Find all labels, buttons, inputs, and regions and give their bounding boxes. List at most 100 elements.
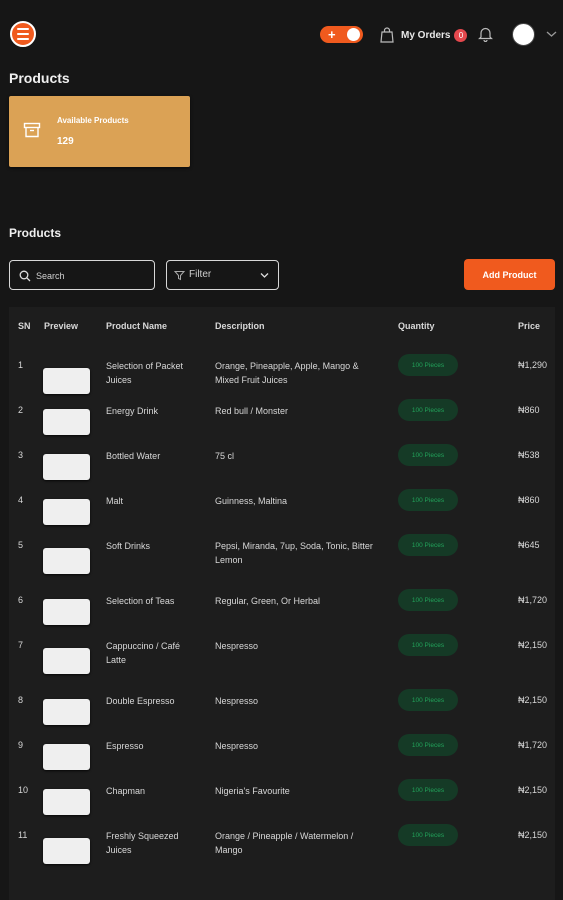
my-orders-link[interactable]: My Orders 0 (380, 25, 468, 45)
product-description: Nespresso (215, 741, 259, 751)
toggle-knob (347, 28, 360, 41)
product-thumbnail (43, 648, 90, 674)
product-name: Energy Drink (106, 406, 159, 416)
column-header-preview[interactable]: Preview (44, 321, 78, 331)
product-price: ₦1,720 (518, 595, 548, 605)
quantity-badge: 100 Pieces (398, 689, 458, 711)
quantity-badge: 100 Pieces (398, 354, 458, 376)
row-sn: 1 (18, 360, 24, 370)
search-input[interactable] (36, 267, 148, 284)
mode-toggle[interactable]: + (320, 26, 363, 43)
table-row[interactable]: 10 Chapman Nigeria's Favourite 100 Pieces ₦2… (9, 779, 555, 830)
product-description: Orange / Pineapple / Watermelon / Mango (215, 831, 354, 855)
quantity-badge: 100 Pieces (398, 444, 458, 466)
search-box (9, 260, 155, 290)
product-thumbnail (43, 744, 90, 770)
row-sn: 10 (18, 785, 29, 795)
product-name: Freshly Squeezed Juices (106, 831, 179, 855)
table-row[interactable]: 1 Selection of Packet Juices Orange, Pinea… (9, 354, 555, 405)
row-sn: 7 (18, 640, 24, 650)
product-description: Orange, Pineapple, Apple, Mango & Mixed … (215, 361, 359, 385)
product-name: Soft Drinks (106, 541, 151, 551)
product-price: ₦1,290 (518, 360, 548, 370)
add-product-button[interactable]: Add Product (464, 259, 555, 290)
archive-box-icon (23, 122, 41, 138)
table-row[interactable]: 3 Bottled Water 75 cl 100 Pieces ₦538 (9, 444, 555, 495)
product-name: Double Espresso (106, 696, 175, 706)
product-price: ₦645 (518, 540, 540, 550)
product-description: Pepsi, Miranda, 7up, Soda, Tonic, Bitter… (215, 541, 373, 565)
quantity-badge: 100 Pieces (398, 534, 458, 556)
row-sn: 11 (18, 830, 28, 840)
row-sn: 4 (18, 495, 24, 505)
quantity-badge: 100 Pieces (398, 779, 458, 801)
product-description: Nespresso (215, 641, 259, 651)
chevron-down-icon (260, 273, 269, 278)
my-orders-label: My Orders (401, 29, 451, 41)
product-thumbnail (43, 599, 90, 625)
table-row[interactable]: 9 Espresso Nespresso 100 Pieces ₦1,720 (9, 734, 555, 785)
column-header-price[interactable]: Price (518, 321, 540, 331)
product-name: Chapman (106, 786, 146, 796)
table-row[interactable]: 2 Energy Drink Red bull / Monster 100 Piece… (9, 399, 555, 450)
funnel-icon (174, 271, 185, 281)
product-name: Cappuccino / Café Latte (106, 641, 181, 665)
product-description: Regular, Green, Or Herbal (215, 596, 321, 606)
quantity-badge: 100 Pieces (398, 824, 458, 846)
quantity-badge: 100 Pieces (398, 489, 458, 511)
row-sn: 9 (18, 740, 24, 750)
product-thumbnail (43, 548, 90, 574)
column-header-quantity[interactable]: Quantity (398, 321, 435, 331)
product-price: ₦1,720 (518, 740, 548, 750)
chevron-down-icon[interactable] (546, 30, 557, 38)
column-header-sn[interactable]: SN (18, 321, 31, 331)
column-header-description[interactable]: Description (215, 321, 265, 331)
table-row[interactable]: 6 Selection of Teas Regular, Green, Or Her… (9, 589, 555, 640)
product-description: Red bull / Monster (215, 406, 289, 416)
product-thumbnail (43, 409, 90, 435)
search-icon (19, 270, 31, 282)
avatar[interactable] (512, 23, 535, 46)
product-name: Espresso (106, 741, 144, 751)
quantity-badge: 100 Pieces (398, 734, 458, 756)
row-sn: 8 (18, 695, 24, 705)
filter-dropdown[interactable]: Filter (166, 260, 279, 290)
product-price: ₦860 (518, 405, 540, 415)
product-description: Nigeria's Favourite (215, 786, 290, 796)
column-header-product-name[interactable]: Product Name (106, 321, 167, 331)
product-description: Nespresso (215, 696, 259, 706)
table-row[interactable]: 7 Cappuccino / Café Latte Nespresso 100 Pie… (9, 634, 555, 685)
table-row[interactable]: 8 Double Espresso Nespresso 100 Pieces ₦2,15… (9, 689, 555, 740)
top-bar: + My Orders 0 (0, 0, 563, 68)
section-title: Products (9, 226, 62, 240)
product-thumbnail (43, 368, 90, 394)
stat-value: 129 (57, 136, 74, 147)
product-price: ₦2,150 (518, 640, 548, 650)
product-thumbnail (43, 699, 90, 725)
product-price: ₦538 (518, 450, 540, 460)
page-title: Products (9, 70, 70, 86)
row-sn: 6 (18, 595, 24, 605)
product-price: ₦2,150 (518, 785, 548, 795)
table-row[interactable]: 4 Malt Guinness, Maltina 100 Pieces ₦860 (9, 489, 555, 540)
quantity-badge: 100 Pieces (398, 399, 458, 421)
orders-count-badge: 0 (454, 28, 468, 42)
product-description: 75 cl (215, 451, 235, 461)
table-row[interactable]: 11 Freshly Squeezed Juices Orange / Pineap… (9, 824, 555, 875)
product-thumbnail (43, 838, 90, 864)
shopping-bag-icon (380, 27, 394, 43)
row-sn: 2 (18, 405, 24, 415)
product-thumbnail (43, 789, 90, 815)
menu-icon[interactable] (10, 21, 36, 47)
table-row[interactable]: 5 Soft Drinks Pepsi, Miranda, 7up, Soda, T… (9, 534, 555, 585)
product-price: ₦860 (518, 495, 540, 505)
bell-icon[interactable] (478, 26, 493, 42)
quantity-badge: 100 Pieces (398, 589, 458, 611)
product-name: Selection of Packet Juices (106, 361, 184, 385)
product-price: ₦2,150 (518, 830, 548, 840)
product-price: ₦2,150 (518, 695, 548, 705)
products-table: SN Preview Product Name Description Quan… (9, 307, 555, 900)
product-thumbnail (43, 499, 90, 525)
row-sn: 3 (18, 450, 24, 460)
product-name: Selection of Teas (106, 596, 175, 606)
